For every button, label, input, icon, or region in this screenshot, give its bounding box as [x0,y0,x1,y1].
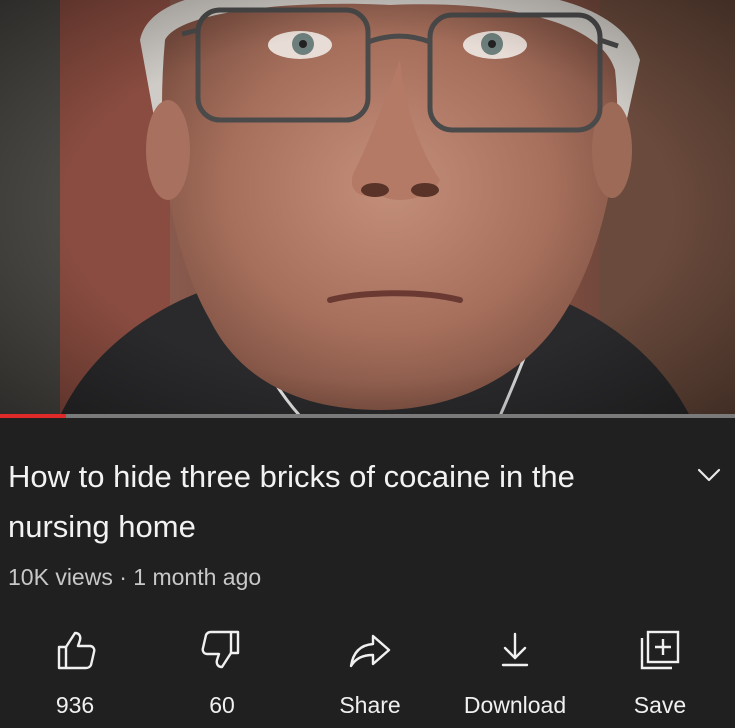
thumbs-down-icon [201,630,240,669]
action-bar: 936 60 Share Download Save [0,620,735,720]
download-button[interactable]: Download [450,620,580,720]
add-to-playlist-icon [640,630,680,670]
progress-played [0,414,67,418]
share-label: Share [339,692,401,718]
video-title: How to hide three bricks of cocaine in t… [8,459,575,544]
like-count: 936 [55,692,95,718]
download-icon [501,632,529,667]
share-arrow-icon [349,634,391,668]
save-label: Save [633,692,687,718]
view-count: 10K views [8,564,113,590]
dislike-count: 60 [209,692,235,718]
download-label: Download [463,692,567,718]
upload-age: 1 month ago [133,564,262,590]
video-player[interactable] [0,0,735,416]
meta-separator: · [119,564,127,590]
like-button[interactable]: 936 [45,620,105,720]
save-button[interactable]: Save [625,620,695,720]
share-button[interactable]: Share [325,620,415,720]
thumbs-up-icon [57,631,96,670]
chevron-down-icon[interactable] [694,460,724,490]
dislike-button[interactable]: 60 [192,620,252,720]
video-metadata: 10K views · 1 month ago [8,564,261,591]
video-progress-bar[interactable] [0,414,735,418]
video-frame [0,0,735,416]
